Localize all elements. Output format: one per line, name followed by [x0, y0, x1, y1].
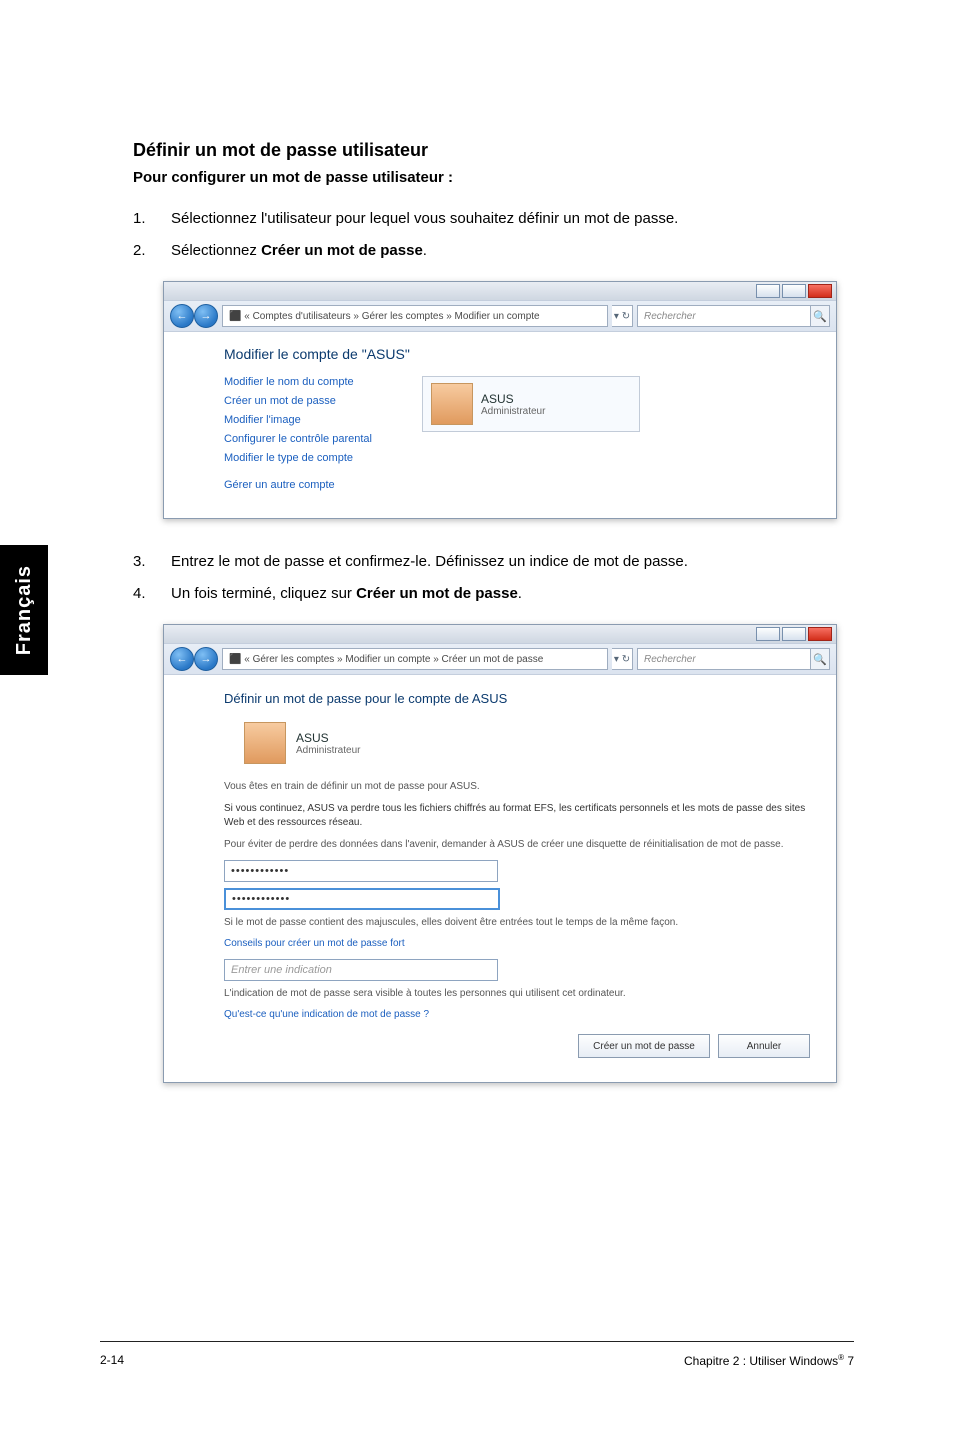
chapter-text-a: Chapitre 2 : Utiliser Windows	[684, 1354, 838, 1368]
chapter-label: Chapitre 2 : Utiliser Windows® 7	[684, 1353, 854, 1368]
section-subheading: Pour configurer un mot de passe utilisat…	[133, 169, 833, 186]
section-title: Définir un mot de passe utilisateur	[133, 140, 833, 161]
nav-forward-button[interactable]: →	[194, 647, 218, 671]
panel-title: Modifier le compte de "ASUS"	[224, 346, 810, 362]
search-icon: 🔍	[811, 648, 830, 670]
search-icon: 🔍	[811, 305, 830, 327]
what-is-hint-link[interactable]: Qu'est-ce qu'une indication de mot de pa…	[224, 1009, 810, 1020]
hint-field[interactable]: Entrer une indication	[224, 959, 498, 981]
info-line-3: Pour éviter de perdre des données dans l…	[224, 838, 810, 852]
confirm-password-field[interactable]: ••••••••••••	[224, 888, 500, 910]
step-4-number: 4.	[133, 581, 171, 607]
avatar	[431, 383, 473, 425]
step-4-pre: Un fois terminé, cliquez sur	[171, 585, 356, 602]
search-input[interactable]: Rechercher	[637, 648, 811, 670]
account-actions-list: Modifier le nom du compte Créer un mot d…	[224, 376, 372, 498]
panel-title: Définir un mot de passe pour le compte d…	[224, 691, 810, 706]
account-name: ASUS	[296, 731, 360, 745]
search-input[interactable]: Rechercher	[637, 305, 811, 327]
breadcrumb[interactable]: ⬛ « Gérer les comptes » Modifier un comp…	[222, 648, 608, 670]
link-change-picture[interactable]: Modifier l'image	[224, 414, 372, 426]
link-rename-account[interactable]: Modifier le nom du compte	[224, 376, 372, 388]
link-create-password[interactable]: Créer un mot de passe	[224, 395, 372, 407]
info-line-2: Si vous continuez, ASUS va perdre tous l…	[224, 802, 810, 830]
step-2-number: 2.	[133, 238, 171, 264]
step-2-post: .	[423, 242, 427, 259]
minimize-button[interactable]	[756, 284, 780, 298]
close-button[interactable]	[808, 284, 832, 298]
screenshot-modify-account-window: ← → ⬛ « Comptes d'utilisateurs » Gérer l…	[163, 281, 837, 519]
link-parental-controls[interactable]: Configurer le contrôle parental	[224, 433, 372, 445]
page-content: Définir un mot de passe utilisateur Pour…	[133, 140, 833, 1113]
maximize-button[interactable]	[782, 627, 806, 641]
step-4-bold: Créer un mot de passe	[356, 585, 518, 602]
step-3: 3. Entrez le mot de passe et confirmez-l…	[133, 549, 833, 575]
step-2-text: Sélectionnez Créer un mot de passe.	[171, 238, 833, 264]
window-navbar: ← → ⬛ « Gérer les comptes » Modifier un …	[164, 643, 836, 675]
nav-forward-button[interactable]: →	[194, 304, 218, 328]
info-line-1: Vous êtes en train de définir un mot de …	[224, 780, 810, 794]
window-navbar: ← → ⬛ « Comptes d'utilisateurs » Gérer l…	[164, 300, 836, 332]
cancel-button[interactable]: Annuler	[718, 1034, 810, 1058]
hint-info-2: L'indication de mot de passe sera visibl…	[224, 987, 810, 1001]
link-change-account-type[interactable]: Modifier le type de compte	[224, 452, 372, 464]
step-4: 4. Un fois terminé, cliquez sur Créer un…	[133, 581, 833, 607]
close-button[interactable]	[808, 627, 832, 641]
step-4-text: Un fois terminé, cliquez sur Créer un mo…	[171, 581, 833, 607]
step-3-text: Entrez le mot de passe et confirmez-le. …	[171, 549, 833, 575]
account-inline: ASUS Administrateur	[244, 722, 810, 764]
step-1-text: Sélectionnez l'utilisateur pour lequel v…	[171, 206, 833, 232]
maximize-button[interactable]	[782, 284, 806, 298]
account-name: ASUS	[481, 392, 545, 406]
language-tab: Français	[0, 545, 48, 675]
step-2-bold: Créer un mot de passe	[261, 242, 423, 259]
password-field[interactable]: ••••••••••••	[224, 860, 498, 882]
refresh-button[interactable]: ▾ ↻	[612, 305, 633, 327]
refresh-button[interactable]: ▾ ↻	[612, 648, 633, 670]
language-tab-label: Français	[13, 565, 36, 655]
window-titlebar	[164, 282, 836, 300]
step-2: 2. Sélectionnez Créer un mot de passe.	[133, 238, 833, 264]
breadcrumb[interactable]: ⬛ « Comptes d'utilisateurs » Gérer les c…	[222, 305, 608, 327]
page-footer: 2-14 Chapitre 2 : Utiliser Windows® 7	[100, 1353, 854, 1368]
account-role: Administrateur	[296, 745, 360, 756]
step-2-pre: Sélectionnez	[171, 242, 261, 259]
strong-password-link[interactable]: Conseils pour créer un mot de passe fort	[224, 938, 810, 949]
nav-back-button[interactable]: ←	[170, 304, 194, 328]
step-1: 1. Sélectionnez l'utilisateur pour leque…	[133, 206, 833, 232]
footer-divider	[100, 1341, 854, 1342]
step-3-number: 3.	[133, 549, 171, 575]
hint-info-1: Si le mot de passe contient des majuscul…	[224, 916, 810, 930]
chapter-text-b: 7	[844, 1354, 854, 1368]
window-titlebar	[164, 625, 836, 643]
page-number: 2-14	[100, 1353, 124, 1368]
create-password-button[interactable]: Créer un mot de passe	[578, 1034, 710, 1058]
step-4-post: .	[518, 585, 522, 602]
step-1-number: 1.	[133, 206, 171, 232]
link-manage-other-account[interactable]: Gérer un autre compte	[224, 479, 372, 491]
avatar	[244, 722, 286, 764]
account-card[interactable]: ASUS Administrateur	[422, 376, 640, 432]
account-role: Administrateur	[481, 406, 545, 417]
screenshot-create-password-window: ← → ⬛ « Gérer les comptes » Modifier un …	[163, 624, 837, 1083]
nav-back-button[interactable]: ←	[170, 647, 194, 671]
minimize-button[interactable]	[756, 627, 780, 641]
